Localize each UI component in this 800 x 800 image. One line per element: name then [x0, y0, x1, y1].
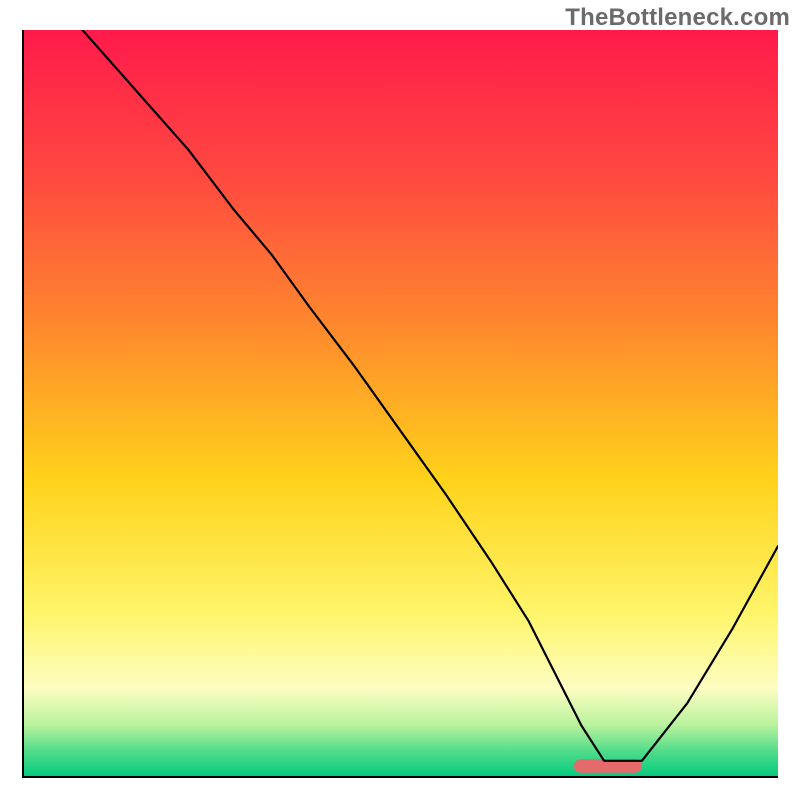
chart-stage: TheBottleneck.com: [0, 0, 800, 800]
watermark-label: TheBottleneck.com: [565, 4, 790, 32]
plot-area: [22, 30, 778, 778]
chart-svg: [22, 30, 778, 778]
gradient-backdrop: [22, 30, 778, 778]
